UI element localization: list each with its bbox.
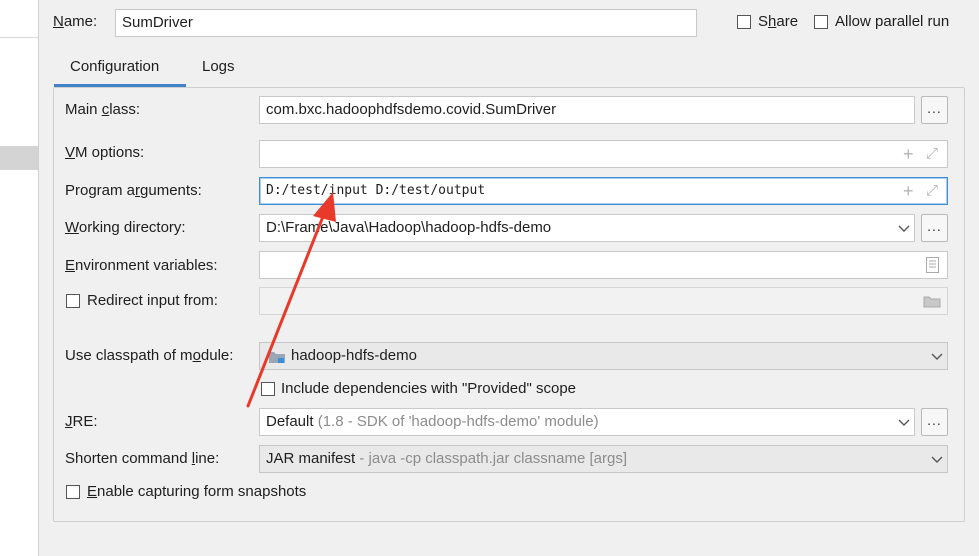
annotation-arrow [246, 192, 336, 408]
